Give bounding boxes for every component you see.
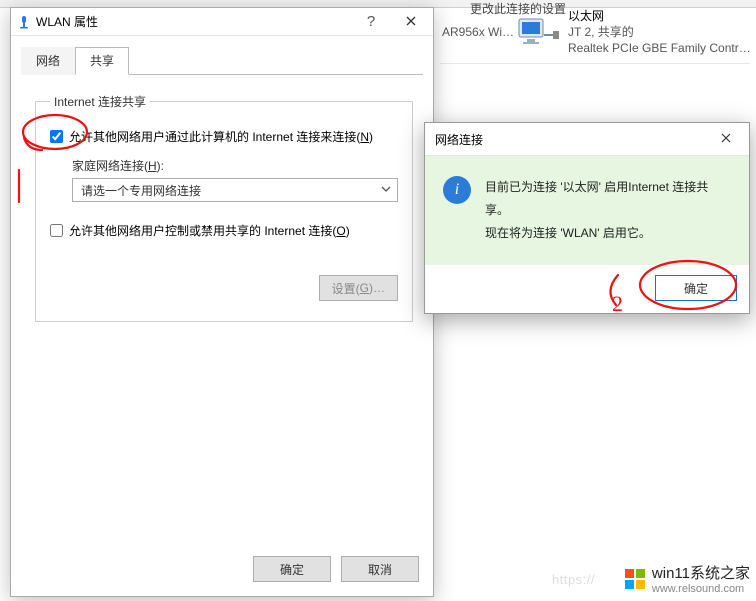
popup-line1: 目前已为连接 '以太网' 启用Internet 连接共享。 xyxy=(485,176,731,222)
info-icon: i xyxy=(443,176,471,204)
wifi-adapter-icon xyxy=(17,15,31,29)
cancel-button[interactable]: 取消 xyxy=(341,556,419,582)
adapter-ethernet[interactable]: 以太网 JT 2, 共享的 Realtek PCIe GBE Family Co… xyxy=(518,8,751,57)
home-connection-select[interactable]: 请选一个专用网络连接 xyxy=(72,178,398,202)
watermark-title: win11系统之家 xyxy=(652,562,750,583)
network-connection-popup: 网络连接 i 目前已为连接 '以太网' 启用Internet 连接共享。 现在将… xyxy=(424,122,750,314)
settings-button[interactable]: 设置(G)… xyxy=(319,275,398,301)
close-icon xyxy=(406,15,416,29)
adapter-wifi[interactable]: AR956x Wi… xyxy=(442,8,502,57)
allow-control-checkbox[interactable] xyxy=(50,224,63,237)
tab-network[interactable]: 网络 xyxy=(21,47,75,75)
popup-title: 网络连接 xyxy=(435,131,483,148)
watermark: win11系统之家 www.relsound.com xyxy=(624,562,750,595)
popup-line2: 现在将为连接 'WLAN' 启用它。 xyxy=(485,222,731,245)
ics-group: Internet 连接共享 允许其他网络用户通过此计算机的 Internet 连… xyxy=(35,93,413,322)
home-connection-value: 请选一个专用网络连接 xyxy=(81,182,201,199)
tab-sharing[interactable]: 共享 xyxy=(75,47,129,75)
wlan-properties-dialog: WLAN 属性 ? 网络 共享 Internet 连接共享 允许其他网络用户通过… xyxy=(10,7,434,597)
allow-sharing-label[interactable]: 允许其他网络用户通过此计算机的 Internet 连接来连接(N) xyxy=(69,128,373,145)
close-icon xyxy=(721,132,731,146)
adapter-ethernet-sub2: Realtek PCIe GBE Family Contr… xyxy=(568,40,751,56)
windows-logo-icon xyxy=(624,568,646,590)
allow-control-label[interactable]: 允许其他网络用户控制或禁用共享的 Internet 连接(O) xyxy=(69,222,350,239)
close-button[interactable] xyxy=(391,8,431,35)
adapters-panel: AR956x Wi… 以太网 JT 2, 共享的 Realtek PCIe GB… xyxy=(434,0,756,120)
adapter-ethernet-sub1: JT 2, 共享的 xyxy=(568,24,751,40)
ethernet-icon xyxy=(518,13,560,51)
url-ghost: https:// xyxy=(552,572,595,587)
adapter-wifi-sub: AR956x Wi… xyxy=(442,24,514,40)
watermark-site: www.relsound.com xyxy=(652,583,750,595)
chevron-down-icon xyxy=(381,183,391,197)
popup-ok-button[interactable]: 确定 xyxy=(655,275,737,301)
home-connection-label: 家庭网络连接(H): xyxy=(72,157,398,174)
ics-group-legend: Internet 连接共享 xyxy=(50,93,150,110)
allow-sharing-checkbox[interactable] xyxy=(50,130,63,143)
adapter-ethernet-name: 以太网 xyxy=(568,8,751,24)
popup-close-button[interactable] xyxy=(711,129,741,149)
ok-button[interactable]: 确定 xyxy=(253,556,331,582)
dialog-title: WLAN 属性 xyxy=(36,13,351,30)
help-button[interactable]: ? xyxy=(351,8,391,35)
